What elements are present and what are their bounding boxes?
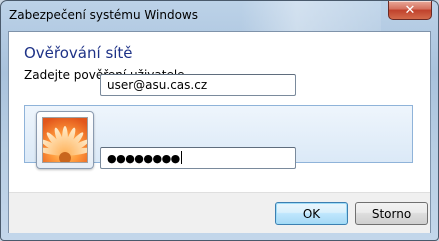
username-value: user@asu.cas.cz <box>107 78 208 92</box>
dialog-content: Ověřování sítě Zadejte pověření uživatel… <box>8 31 431 233</box>
ok-button-label: OK <box>302 206 321 221</box>
avatar <box>36 111 94 169</box>
ok-button[interactable]: OK <box>275 202 348 225</box>
window-title: Zabezpečení systému Windows <box>9 8 198 22</box>
cancel-button[interactable]: Storno <box>355 202 428 225</box>
close-button[interactable]: ✕ <box>388 1 432 20</box>
dialog-window: Zabezpečení systému Windows ✕ Ověřování … <box>0 0 439 241</box>
user-tile-flower-icon <box>42 117 88 163</box>
text-caret <box>180 151 182 164</box>
cancel-button-label: Storno <box>371 206 412 221</box>
username-field[interactable]: user@asu.cas.cz <box>100 74 296 96</box>
title-bar-glass <box>241 1 381 31</box>
dialog-heading: Ověřování sítě <box>24 44 133 62</box>
close-icon: ✕ <box>404 2 416 18</box>
title-bar[interactable]: Zabezpečení systému Windows ✕ <box>1 1 438 31</box>
password-value: ●●●●●●●● <box>107 152 180 165</box>
password-field[interactable]: ●●●●●●●● <box>100 147 296 169</box>
